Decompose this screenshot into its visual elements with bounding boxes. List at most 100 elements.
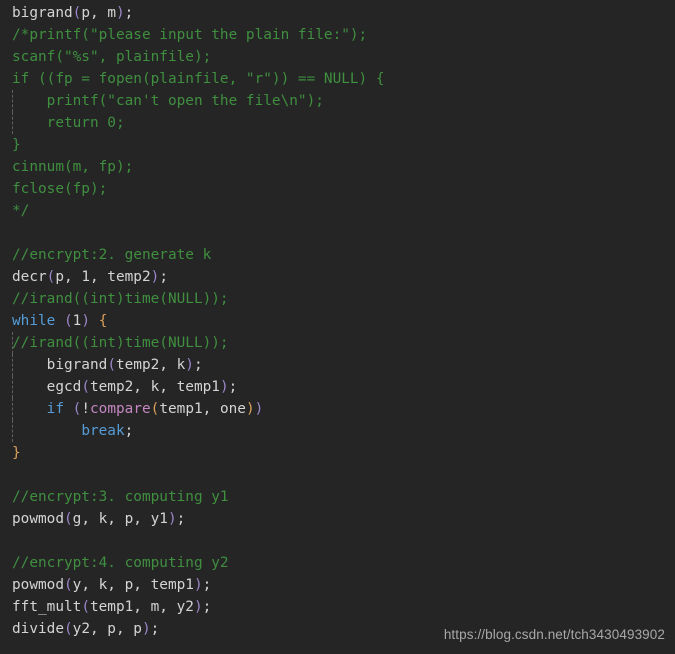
- identifier-token: powmod: [12, 511, 64, 527]
- code-line[interactable]: scanf("%s", plainfile);: [0, 46, 675, 68]
- semicolon-token: ;: [150, 621, 160, 637]
- comment-token: cinnum(m, fp);: [12, 159, 134, 175]
- code-line[interactable]: break;: [0, 420, 675, 442]
- code-line[interactable]: decr(p, 1, temp2);: [0, 266, 675, 288]
- indent-token: [12, 423, 81, 439]
- keyword-if-token: if: [46, 401, 64, 417]
- code-line[interactable]: bigrand(p, m);: [0, 2, 675, 24]
- semicolon-token: ;: [176, 511, 186, 527]
- comment-token: printf("can't open the file\n");: [12, 93, 324, 109]
- paren-open-token: (: [63, 621, 73, 637]
- comment-token: //encrypt:2. generate k: [12, 247, 212, 263]
- semicolon-token: ;: [124, 5, 134, 21]
- comment-token: /*printf("please input the plain file:")…: [12, 27, 368, 43]
- paren-close-token: ): [115, 5, 125, 21]
- code-line[interactable]: //encrypt:3. computing y1: [0, 486, 675, 508]
- indent-token: [12, 401, 47, 417]
- code-line[interactable]: powmod(g, k, p, y1);: [0, 508, 675, 530]
- brace-close-token: }: [12, 445, 21, 461]
- paren-open-token: (: [63, 577, 73, 593]
- code-editor[interactable]: bigrand(p, m); /*printf("please input th…: [0, 0, 675, 654]
- keyword-while-token: while: [12, 313, 56, 329]
- code-line[interactable]: //encrypt:2. generate k: [0, 244, 675, 266]
- semicolon-token: ;: [159, 269, 168, 285]
- identifier-token: powmod: [12, 577, 64, 593]
- code-line[interactable]: */: [0, 200, 675, 222]
- code-line[interactable]: if (!compare(temp1, one)): [0, 398, 675, 420]
- argument-token: temp1, m, y2: [89, 599, 194, 615]
- argument-token: temp2, k: [115, 357, 186, 373]
- comment-token: //encrypt:3. computing y1: [12, 489, 229, 505]
- code-line[interactable]: }: [0, 442, 675, 464]
- comment-token: }: [12, 137, 21, 153]
- code-line[interactable]: fclose(fp);: [0, 178, 675, 200]
- paren-close-token: ): [185, 357, 194, 373]
- semicolon-token: ;: [202, 599, 212, 615]
- code-line[interactable]: if ((fp = fopen(plainfile, "r")) == NULL…: [0, 68, 675, 90]
- code-line[interactable]: //irand((int)time(NULL));: [0, 288, 675, 310]
- brace-open-token: {: [98, 313, 108, 329]
- identifier-token: fft_mult: [12, 599, 82, 615]
- code-line[interactable]: bigrand(temp2, k);: [0, 354, 675, 376]
- identifier-token: decr: [12, 269, 47, 285]
- comment-token: //encrypt:4. computing y2: [12, 555, 229, 571]
- comment-token: return 0;: [12, 115, 125, 131]
- paren-close-token: ): [167, 511, 177, 527]
- paren-close-token: ): [245, 401, 255, 417]
- paren-open-token: (: [64, 313, 73, 329]
- comment-token: if ((fp = fopen(plainfile, "r")) == NULL…: [12, 71, 385, 87]
- code-content[interactable]: bigrand(p, m); /*printf("please input th…: [0, 0, 675, 640]
- code-line-blank[interactable]: [0, 464, 675, 486]
- comment-token: */: [12, 203, 30, 219]
- code-line[interactable]: fft_mult(temp1, m, y2);: [0, 596, 675, 618]
- argument-token: temp1, one: [159, 401, 246, 417]
- comment-token: scanf("%s", plainfile);: [12, 49, 212, 65]
- watermark-url: https://blog.csdn.net/tch3430493902: [443, 627, 665, 642]
- code-line[interactable]: printf("can't open the file\n");: [0, 90, 675, 112]
- comment-token: fclose(fp);: [12, 181, 108, 197]
- identifier-token: egcd: [46, 379, 82, 395]
- code-line[interactable]: //encrypt:4. computing y2: [0, 552, 675, 574]
- argument-token: y, k, p, temp1: [72, 577, 194, 593]
- semicolon-token: ;: [228, 379, 238, 395]
- indent-token: [12, 357, 47, 373]
- code-line[interactable]: cinnum(m, fp);: [0, 156, 675, 178]
- paren-close-token: ): [193, 577, 203, 593]
- paren-close-token: ): [193, 599, 203, 615]
- code-line[interactable]: return 0;: [0, 112, 675, 134]
- code-line[interactable]: powmod(y, k, p, temp1);: [0, 574, 675, 596]
- function-compare-token: compare: [90, 401, 151, 417]
- identifier-token: bigrand: [12, 5, 73, 21]
- paren-open-token: (: [81, 379, 90, 395]
- paren-close-token: ): [219, 379, 229, 395]
- code-line[interactable]: /*printf("please input the plain file:")…: [0, 24, 675, 46]
- code-line-blank[interactable]: [0, 222, 675, 244]
- argument-token: p, m: [81, 5, 116, 21]
- code-line-blank[interactable]: [0, 530, 675, 552]
- paren-open-token: (: [81, 599, 90, 615]
- argument-token: y2, p, p: [72, 621, 142, 637]
- semicolon-token: ;: [202, 577, 212, 593]
- identifier-token: bigrand: [46, 357, 108, 373]
- identifier-token: divide: [12, 621, 64, 637]
- code-line[interactable]: //irand((int)time(NULL));: [0, 332, 675, 354]
- not-operator-token: !: [81, 401, 90, 417]
- keyword-break-token: break: [81, 423, 125, 439]
- paren-close-token: ): [141, 621, 151, 637]
- argument-token: temp2, k, temp1: [89, 379, 220, 395]
- comment-token: //irand((int)time(NULL));: [12, 335, 229, 351]
- code-line[interactable]: }: [0, 134, 675, 156]
- semicolon-token: ;: [124, 423, 134, 439]
- paren-close-token: ): [81, 313, 91, 329]
- comment-token: //irand((int)time(NULL));: [12, 291, 229, 307]
- paren-close-token: ): [254, 401, 264, 417]
- code-line[interactable]: egcd(temp2, k, temp1);: [0, 376, 675, 398]
- paren-open-token: (: [107, 357, 116, 373]
- argument-token: g, k, p, y1: [72, 511, 168, 527]
- semicolon-token: ;: [193, 357, 203, 373]
- paren-open-token: (: [63, 511, 73, 527]
- paren-close-token: ): [150, 269, 160, 285]
- code-line[interactable]: while (1) {: [0, 310, 675, 332]
